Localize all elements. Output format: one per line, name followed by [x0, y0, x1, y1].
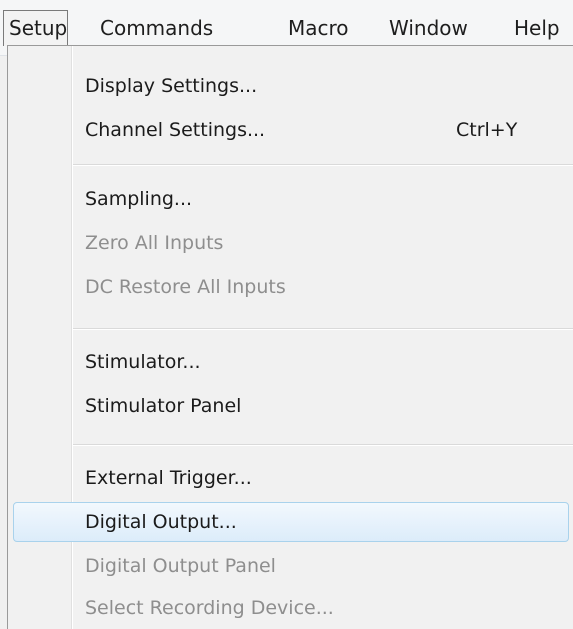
application-window: Setup Commands Macro Window Help Display… [0, 0, 573, 629]
menu-item-dc-restore-all-inputs: DC Restore All Inputs [8, 265, 573, 309]
setup-dropdown-menu: Display Settings... Channel Settings... … [7, 45, 573, 629]
menu-item-sampling[interactable]: Sampling... [8, 177, 573, 221]
menu-item-stimulator[interactable]: Stimulator... [8, 340, 573, 384]
menu-separator [73, 328, 573, 330]
menu-separator [73, 164, 573, 166]
menu-item-label: Channel Settings... [85, 119, 266, 141]
menu-item-channel-settings[interactable]: Channel Settings... Ctrl+Y [8, 108, 573, 152]
menu-separator [73, 444, 573, 446]
menu-item-digital-output[interactable]: Digital Output... [8, 500, 573, 544]
menu-item-external-trigger[interactable]: External Trigger... [8, 456, 573, 500]
menu-item-label: DC Restore All Inputs [85, 276, 286, 298]
menu-item-display-settings[interactable]: Display Settings... [8, 64, 573, 108]
menu-item-select-recording-device: Select Recording Device... [8, 586, 573, 629]
menu-item-label: Stimulator... [85, 351, 201, 373]
menu-item-label: Stimulator Panel [85, 395, 242, 417]
shortcut-label: Ctrl+Y [456, 119, 518, 141]
menu-item-label: External Trigger... [85, 467, 252, 489]
menu-item-digital-output-panel: Digital Output Panel [8, 544, 573, 588]
menu-item-label: Sampling... [85, 188, 193, 210]
menu-item-label: Zero All Inputs [85, 232, 224, 254]
menu-item-label: Digital Output... [85, 511, 237, 533]
menu-item-label: Select Recording Device... [85, 597, 334, 619]
menu-item-zero-all-inputs: Zero All Inputs [8, 221, 573, 265]
menu-item-label: Display Settings... [85, 75, 258, 97]
menu-item-label: Digital Output Panel [85, 555, 276, 577]
menu-setup[interactable]: Setup [3, 10, 69, 46]
menu-item-stimulator-panel[interactable]: Stimulator Panel [8, 384, 573, 428]
